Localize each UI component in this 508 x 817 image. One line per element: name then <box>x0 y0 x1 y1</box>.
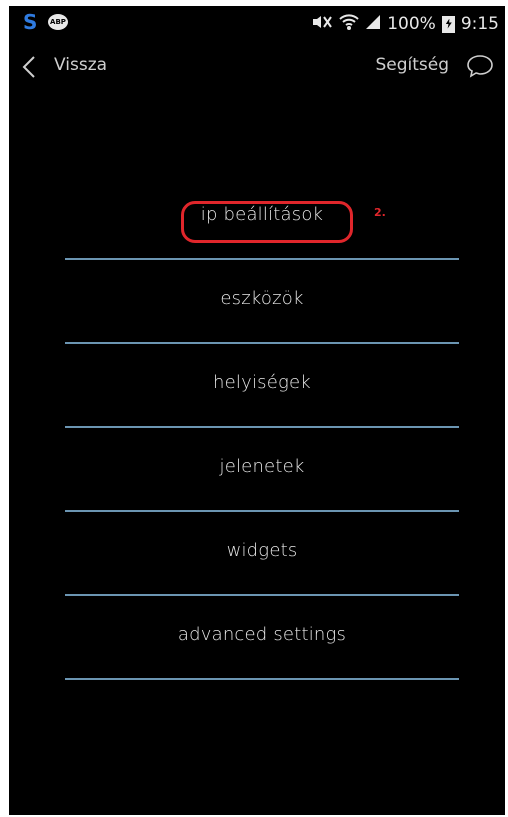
menu-item-label: advanced settings <box>177 624 347 645</box>
adblock-icon: ABP <box>48 14 68 30</box>
menu-item-label: widgets <box>226 540 298 561</box>
menu-item-label: eszközök <box>220 288 304 309</box>
menu-item-advanced-settings[interactable]: advanced settings <box>65 596 459 680</box>
menu-item-devices[interactable]: eszközök <box>65 260 459 344</box>
divider <box>65 678 459 680</box>
back-chevron-icon[interactable] <box>17 54 43 80</box>
chat-icon[interactable] <box>465 53 495 79</box>
action-bar: Vissza Segítség <box>9 42 505 92</box>
menu-item-widgets[interactable]: widgets <box>65 512 459 596</box>
help-button[interactable]: Segítség <box>375 55 449 75</box>
annotation-highlight-box <box>181 201 353 243</box>
skype-icon: S <box>23 10 38 34</box>
phone-screen: S ABP 100% 9:15 Vissza Segítség ip beáll… <box>9 6 505 815</box>
menu-item-scenes[interactable]: jelenetek <box>65 428 459 512</box>
battery-percent: 100% <box>387 14 436 34</box>
signal-icon <box>365 14 381 35</box>
menu-item-rooms[interactable]: helyiségek <box>65 344 459 428</box>
annotation-step-label: 2. <box>374 206 386 219</box>
status-indicators: 100% 9:15 <box>311 8 499 40</box>
clock: 9:15 <box>460 14 499 34</box>
status-bar: S ABP 100% 9:15 <box>9 6 505 42</box>
menu-item-label: jelenetek <box>219 456 305 477</box>
battery-icon <box>441 15 455 33</box>
mute-icon <box>311 14 333 35</box>
back-button[interactable]: Vissza <box>54 55 107 75</box>
wifi-icon <box>339 13 359 36</box>
menu-item-label: helyiségek <box>213 372 311 393</box>
